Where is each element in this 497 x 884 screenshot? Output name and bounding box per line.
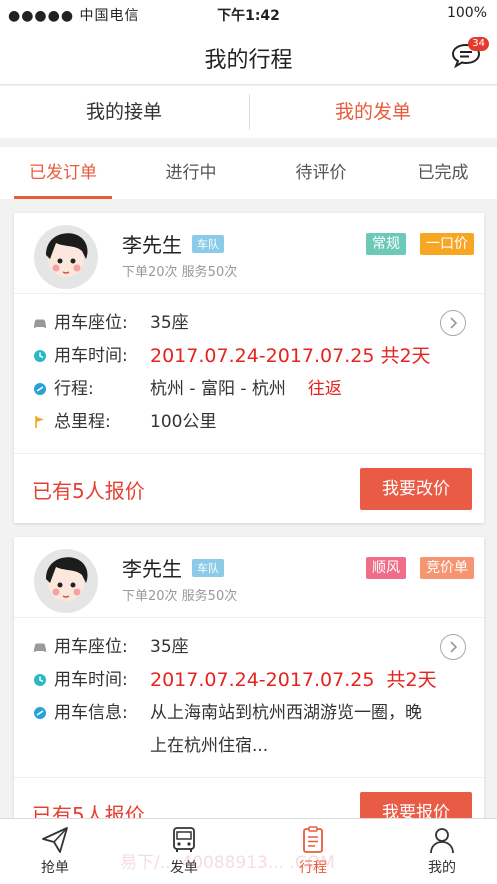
active-tab-indicator [14,196,112,199]
chevron-right-icon [450,317,458,329]
offer-count: 已有5人报价 [32,479,145,503]
route-row: 行程: 杭州 - 富阳 - 杭州 往返 [32,374,342,404]
route-type: 往返 [307,379,342,399]
detail-arrow-button[interactable] [440,634,466,660]
route-label: 行程: [54,379,94,399]
order-type-tag: 顺风 [366,557,406,579]
divider [14,617,484,618]
divider [14,453,484,454]
segment-my-posted[interactable]: 我的发单 [249,86,497,138]
tab-pending-review[interactable]: 待评价 [272,147,370,199]
car-icon [34,643,46,652]
tab-label: 我的 [428,860,456,876]
order-card[interactable]: 李先生 车队 下单20次 服务50次 顺风 竞价单 用车座位: 35座 用车时间… [14,537,484,837]
time-label: 用车时间: [54,670,128,690]
info-row: 用车信息: 从上海南站到杭州西湖游览一圈，晚 [32,698,422,728]
order-card[interactable]: 李先生 车队 下单20次 服务50次 常规 一口价 用车座位: 35座 用车时间… [14,213,484,523]
message-button[interactable]: 34 [451,37,489,69]
time-row: 用车时间: 2017.07.24-2017.07.25 共2天 [32,341,431,371]
divider [14,293,484,294]
time-value: 2017.07.24-2017.07.25 共2天 [150,345,431,367]
status-time: 下午1:42 [217,8,280,24]
avatar [34,225,98,289]
status-bar: ●●●●● 中国电信 下午1:42 100% [0,0,497,28]
seats-row: 用车座位: 35座 [32,308,189,338]
distance-row: 总里程: 100公里 [32,407,216,437]
tab-mine[interactable]: 我的 [402,825,482,877]
seats-value: 35座 [150,637,189,657]
flag-icon [35,416,44,428]
seats-label: 用车座位: [54,637,128,657]
person-icon [430,828,454,854]
clock-icon [34,674,46,686]
customer-stats: 下单20次 服务50次 [122,589,238,604]
role-switch: 我的接单 我的发单 [0,86,497,138]
route-stops: 杭州 - 富阳 - 杭州 [150,379,286,399]
car-icon [34,319,46,328]
info-line-1: 从上海南站到杭州西湖游览一圈，晚 [150,703,422,723]
avatar [34,549,98,613]
tab-label: 抢单 [41,860,69,876]
tab-posted[interactable]: 已发订单 [14,147,112,199]
nav-bar: 我的行程 34 [0,28,497,85]
customer-name: 李先生 [122,557,182,581]
tab-grab-order[interactable]: 抢单 [15,825,95,877]
order-type-tag: 常规 [366,233,406,255]
route-icon [34,383,46,395]
team-badge: 车队 [192,235,224,253]
detail-arrow-button[interactable] [440,310,466,336]
divider [14,777,484,778]
message-count-badge: 34 [468,37,489,51]
info-line-2: 上在杭州住宿... [150,736,269,756]
customer-stats: 下单20次 服务50次 [122,265,238,280]
change-price-button[interactable]: 我要改价 [360,468,472,510]
watermark-text: 易下/... 40088913... .COM [120,853,335,873]
distance-value: 100公里 [150,412,217,432]
team-badge: 车队 [192,559,224,577]
tab-in-progress[interactable]: 进行中 [142,147,240,199]
time-label: 用车时间: [54,346,128,366]
time-value: 2017.07.24-2017.07.25 共2天 [150,669,437,691]
info-label: 用车信息: [54,703,128,723]
chevron-right-icon [450,641,458,653]
segment-my-accepted[interactable]: 我的接单 [0,86,248,138]
seats-value: 35座 [150,313,189,333]
seats-row: 用车座位: 35座 [32,632,189,662]
paper-plane-icon [42,827,68,853]
price-type-tag: 一口价 [420,233,474,255]
route-icon [34,707,46,719]
price-type-tag: 竞价单 [420,557,474,579]
customer-name: 李先生 [122,233,182,257]
tab-completed[interactable]: 已完成 [394,147,492,199]
clock-icon [34,350,46,362]
seats-label: 用车座位: [54,313,128,333]
time-row: 用车时间: 2017.07.24-2017.07.25 共2天 [32,665,437,695]
distance-label: 总里程: [54,412,111,432]
page-title: 我的行程 [204,48,293,73]
route-value: 杭州 - 富阳 - 杭州 往返 [150,374,342,404]
order-status-tabs: 已发订单 进行中 待评价 已完成 [0,147,497,199]
battery-level: 100% [446,5,487,21]
